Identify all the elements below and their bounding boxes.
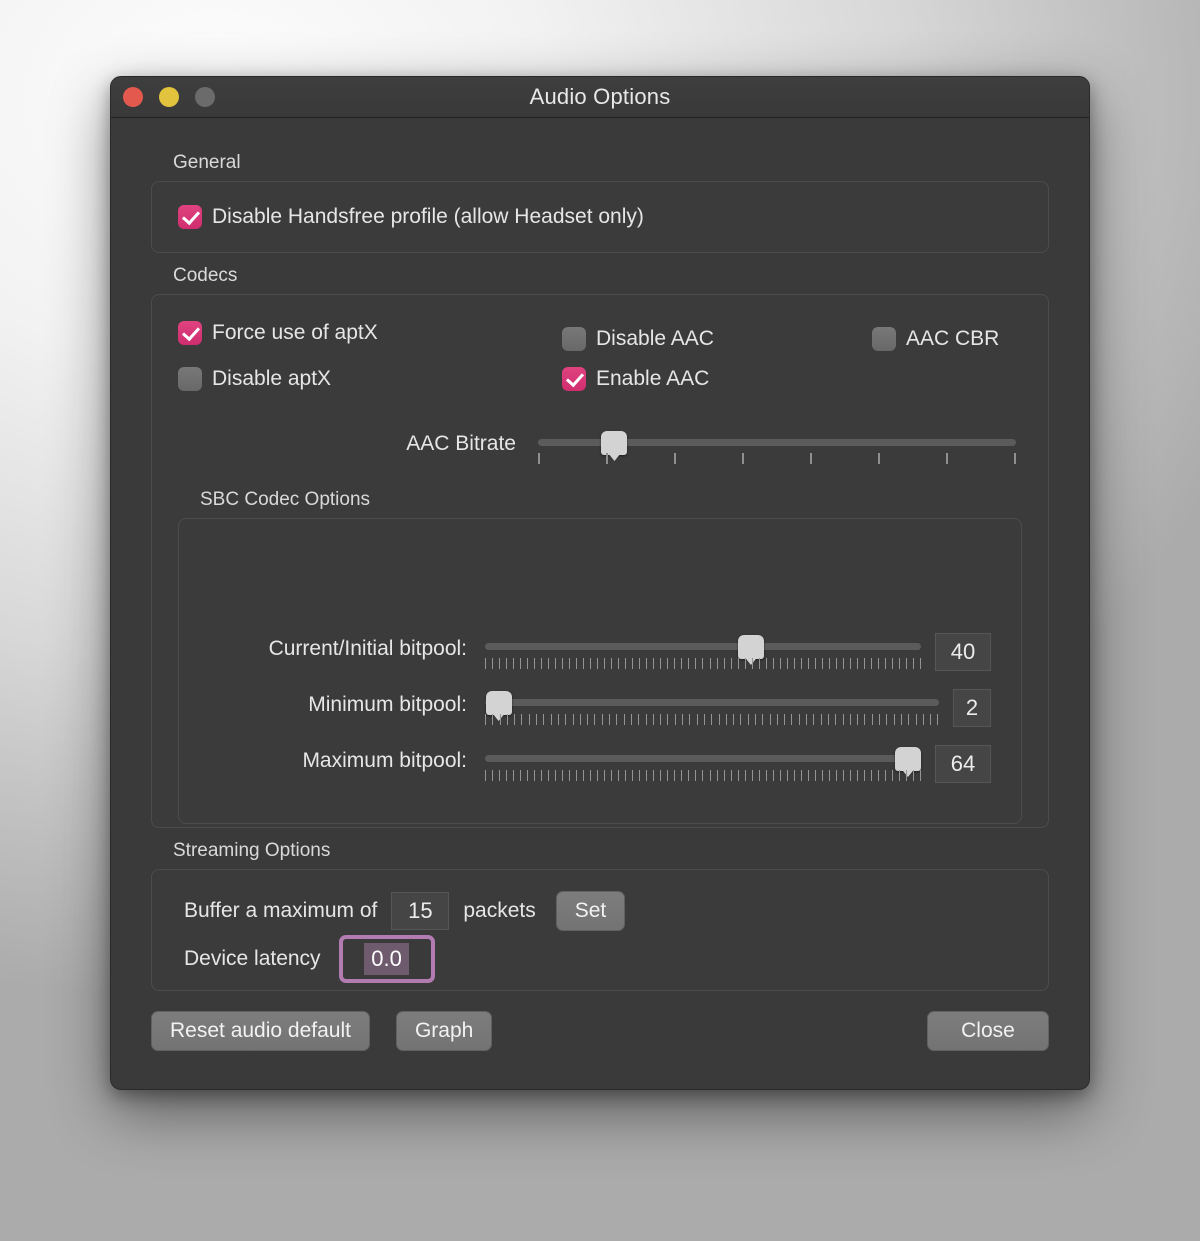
audio-options-window: Audio Options General Disable Handsfree … xyxy=(110,76,1090,1090)
maximum-bitpool-label: Maximum bitpool: xyxy=(302,749,467,772)
force-aptx-label: Force use of aptX xyxy=(212,321,378,344)
aac-bitrate-label: AAC Bitrate xyxy=(406,432,516,455)
codecs-group-label: Codecs xyxy=(173,265,238,286)
device-latency-row: Device latency 0.0 xyxy=(184,935,1016,983)
buffer-row: Buffer a maximum of 15 packets Set xyxy=(184,888,1016,934)
enable-aac-checkbox[interactable] xyxy=(562,367,586,391)
minimum-bitpool-track[interactable] xyxy=(485,699,939,706)
aac-cbr-row[interactable]: AAC CBR xyxy=(872,327,999,351)
aac-bitrate-thumb[interactable] xyxy=(601,431,628,455)
graph-button[interactable]: Graph xyxy=(395,1011,493,1051)
minimum-bitpool-value[interactable]: 2 xyxy=(953,689,991,727)
disable-aptx-label: Disable aptX xyxy=(212,367,332,390)
codecs-group: Force use of aptX Disable aptX Disable A… xyxy=(151,294,1049,828)
force-aptx-row[interactable]: Force use of aptX xyxy=(178,321,378,345)
sbc-group-label: SBC Codec Options xyxy=(200,489,371,510)
aac-cbr-checkbox[interactable] xyxy=(872,327,896,351)
maximum-bitpool-ticks xyxy=(485,770,921,781)
disable-aptx-row[interactable]: Disable aptX xyxy=(178,367,331,391)
sbc-row-maximum: Maximum bitpool: 64 xyxy=(209,745,991,801)
window-titlebar[interactable]: Audio Options xyxy=(111,77,1089,118)
aac-cbr-label: AAC CBR xyxy=(906,327,1000,350)
current-bitpool-slider[interactable] xyxy=(485,633,921,669)
current-bitpool-ticks xyxy=(485,658,921,669)
enable-aac-label: Enable AAC xyxy=(596,367,710,390)
buffer-suffix-label: packets xyxy=(463,899,536,922)
device-latency-label: Device latency xyxy=(184,947,321,970)
current-bitpool-value[interactable]: 40 xyxy=(935,633,991,671)
maximum-bitpool-slider[interactable] xyxy=(485,745,921,781)
force-aptx-checkbox[interactable] xyxy=(178,321,202,345)
disable-aptx-checkbox[interactable] xyxy=(178,367,202,391)
current-bitpool-label: Current/Initial bitpool: xyxy=(268,637,467,660)
minimum-bitpool-label: Minimum bitpool: xyxy=(308,693,467,716)
minimum-bitpool-slider[interactable] xyxy=(485,689,939,725)
dialog-body: General Disable Handsfree profile (allow… xyxy=(111,118,1089,1089)
reset-audio-default-button[interactable]: Reset audio default xyxy=(151,1011,370,1051)
sbc-row-minimum: Minimum bitpool: 2 xyxy=(209,689,991,745)
minimum-bitpool-thumb[interactable] xyxy=(485,691,512,715)
aac-bitrate-ticks xyxy=(538,453,1016,465)
sbc-group: Current/Initial bitpool: 40 Minimum bitp… xyxy=(178,518,1022,824)
disable-handsfree-checkbox[interactable] xyxy=(178,205,202,229)
device-latency-input[interactable]: 0.0 xyxy=(338,935,435,983)
footer-buttons: Reset audio default Graph Close xyxy=(151,1011,1049,1051)
set-button[interactable]: Set xyxy=(555,891,626,931)
current-bitpool-thumb[interactable] xyxy=(737,635,764,659)
disable-aac-checkbox[interactable] xyxy=(562,327,586,351)
disable-handsfree-row[interactable]: Disable Handsfree profile (allow Headset… xyxy=(178,205,644,229)
streaming-group-label: Streaming Options xyxy=(173,840,331,861)
minimum-bitpool-ticks xyxy=(485,714,939,725)
general-group-label: General xyxy=(173,152,241,173)
sbc-row-current: Current/Initial bitpool: 40 xyxy=(209,633,991,689)
buffer-packets-input[interactable]: 15 xyxy=(391,892,450,930)
close-button[interactable]: Close xyxy=(927,1011,1049,1051)
aac-bitrate-slider[interactable] xyxy=(538,429,1016,464)
general-group: Disable Handsfree profile (allow Headset… xyxy=(151,181,1049,253)
disable-aac-row[interactable]: Disable AAC xyxy=(562,327,714,351)
device-latency-value: 0.0 xyxy=(364,943,409,975)
streaming-group: Buffer a maximum of 15 packets Set Devic… xyxy=(151,869,1049,991)
maximum-bitpool-thumb[interactable] xyxy=(894,747,921,771)
disable-handsfree-label: Disable Handsfree profile (allow Headset… xyxy=(212,205,644,228)
buffer-prefix-label: Buffer a maximum of xyxy=(184,899,378,922)
current-bitpool-track[interactable] xyxy=(485,643,921,650)
enable-aac-row[interactable]: Enable AAC xyxy=(562,367,709,391)
maximum-bitpool-track[interactable] xyxy=(485,755,921,762)
maximum-bitpool-value[interactable]: 64 xyxy=(935,745,991,783)
disable-aac-label: Disable AAC xyxy=(596,327,714,350)
window-title: Audio Options xyxy=(529,84,671,109)
